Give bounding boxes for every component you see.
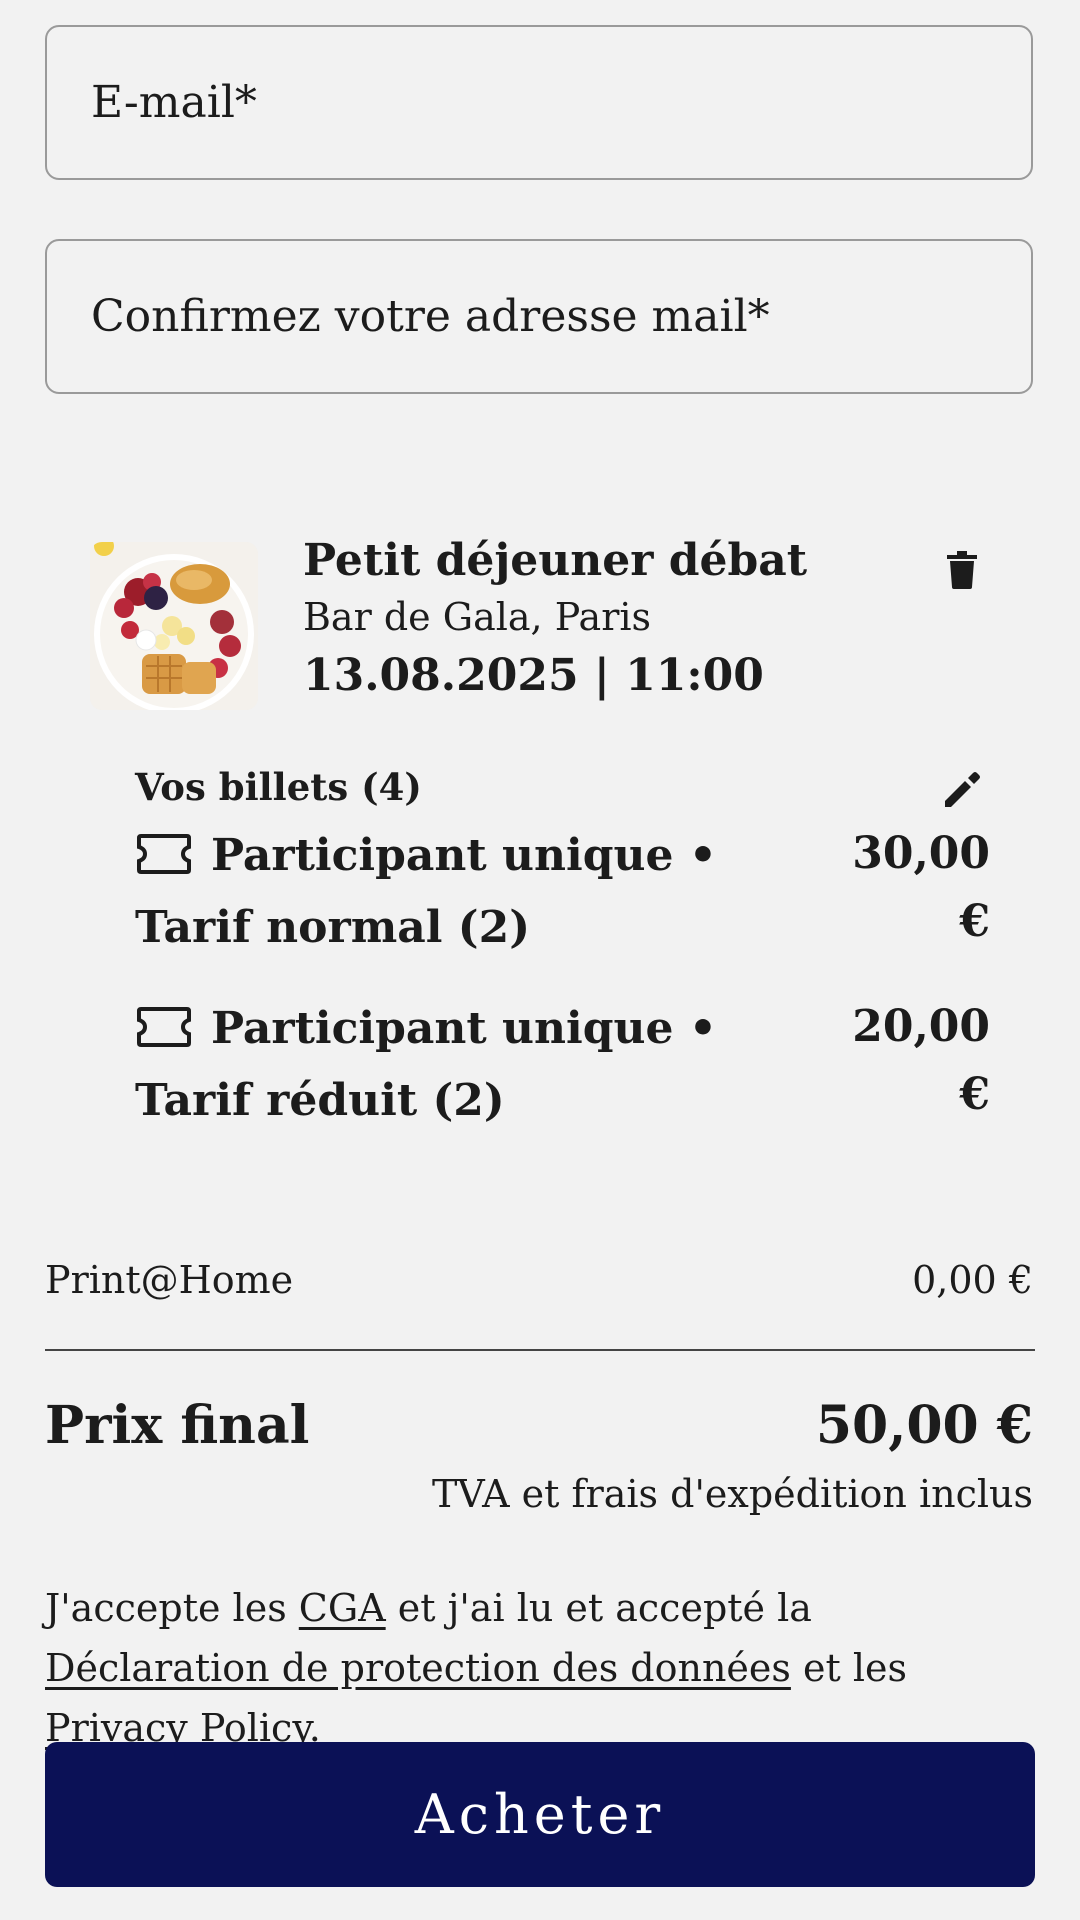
ticket-label: Participant unique • Tarif normal (2) — [135, 820, 795, 964]
ticket-label: Participant unique • Tarif réduit (2) — [135, 993, 795, 1137]
terms-text-part: et j'ai lu et accepté la — [385, 1586, 812, 1630]
ticket-label-text: Participant unique • Tarif normal (2) — [135, 830, 717, 953]
total-value: 50,00 € — [815, 1395, 1033, 1456]
event-venue: Bar de Gala, Paris — [303, 595, 652, 639]
delivery-fee-value: 0,00 € — [912, 1258, 1033, 1302]
terms-text-part: et les — [790, 1646, 907, 1690]
ticket-icon — [137, 834, 191, 874]
event-thumbnail — [90, 542, 258, 710]
terms-text: J'accepte les CGA et j'ai lu et accepté … — [45, 1578, 1035, 1758]
confirm-email-field[interactable] — [45, 239, 1033, 394]
pencil-icon[interactable] — [934, 762, 990, 818]
tickets-heading: Vos billets (4) — [135, 765, 422, 809]
cga-link[interactable]: CGA — [299, 1586, 386, 1630]
buy-button[interactable]: Acheter — [45, 1742, 1035, 1887]
ticket-price: 30,00 € — [852, 828, 990, 947]
email-input[interactable] — [47, 27, 1031, 178]
ticket-icon — [137, 1007, 191, 1047]
vat-note: TVA et frais d'expédition inclus — [431, 1472, 1033, 1516]
event-title: Petit déjeuner débat — [303, 535, 808, 586]
divider — [45, 1349, 1035, 1351]
ticket-label-text: Participant unique • Tarif réduit (2) — [135, 1003, 717, 1126]
delivery-fee-label: Print@Home — [45, 1258, 294, 1302]
trash-icon[interactable] — [934, 542, 990, 598]
event-datetime: 13.08.2025 | 11:00 — [303, 650, 764, 701]
terms-text-part: J'accepte les — [45, 1586, 299, 1630]
email-field[interactable] — [45, 25, 1033, 180]
confirm-email-input[interactable] — [47, 241, 1031, 392]
total-label: Prix final — [45, 1395, 310, 1456]
privacy-declaration-link[interactable]: Déclaration de protection des données — [45, 1646, 791, 1690]
ticket-price: 20,00 € — [852, 1001, 990, 1120]
breakfast-image — [90, 542, 258, 710]
